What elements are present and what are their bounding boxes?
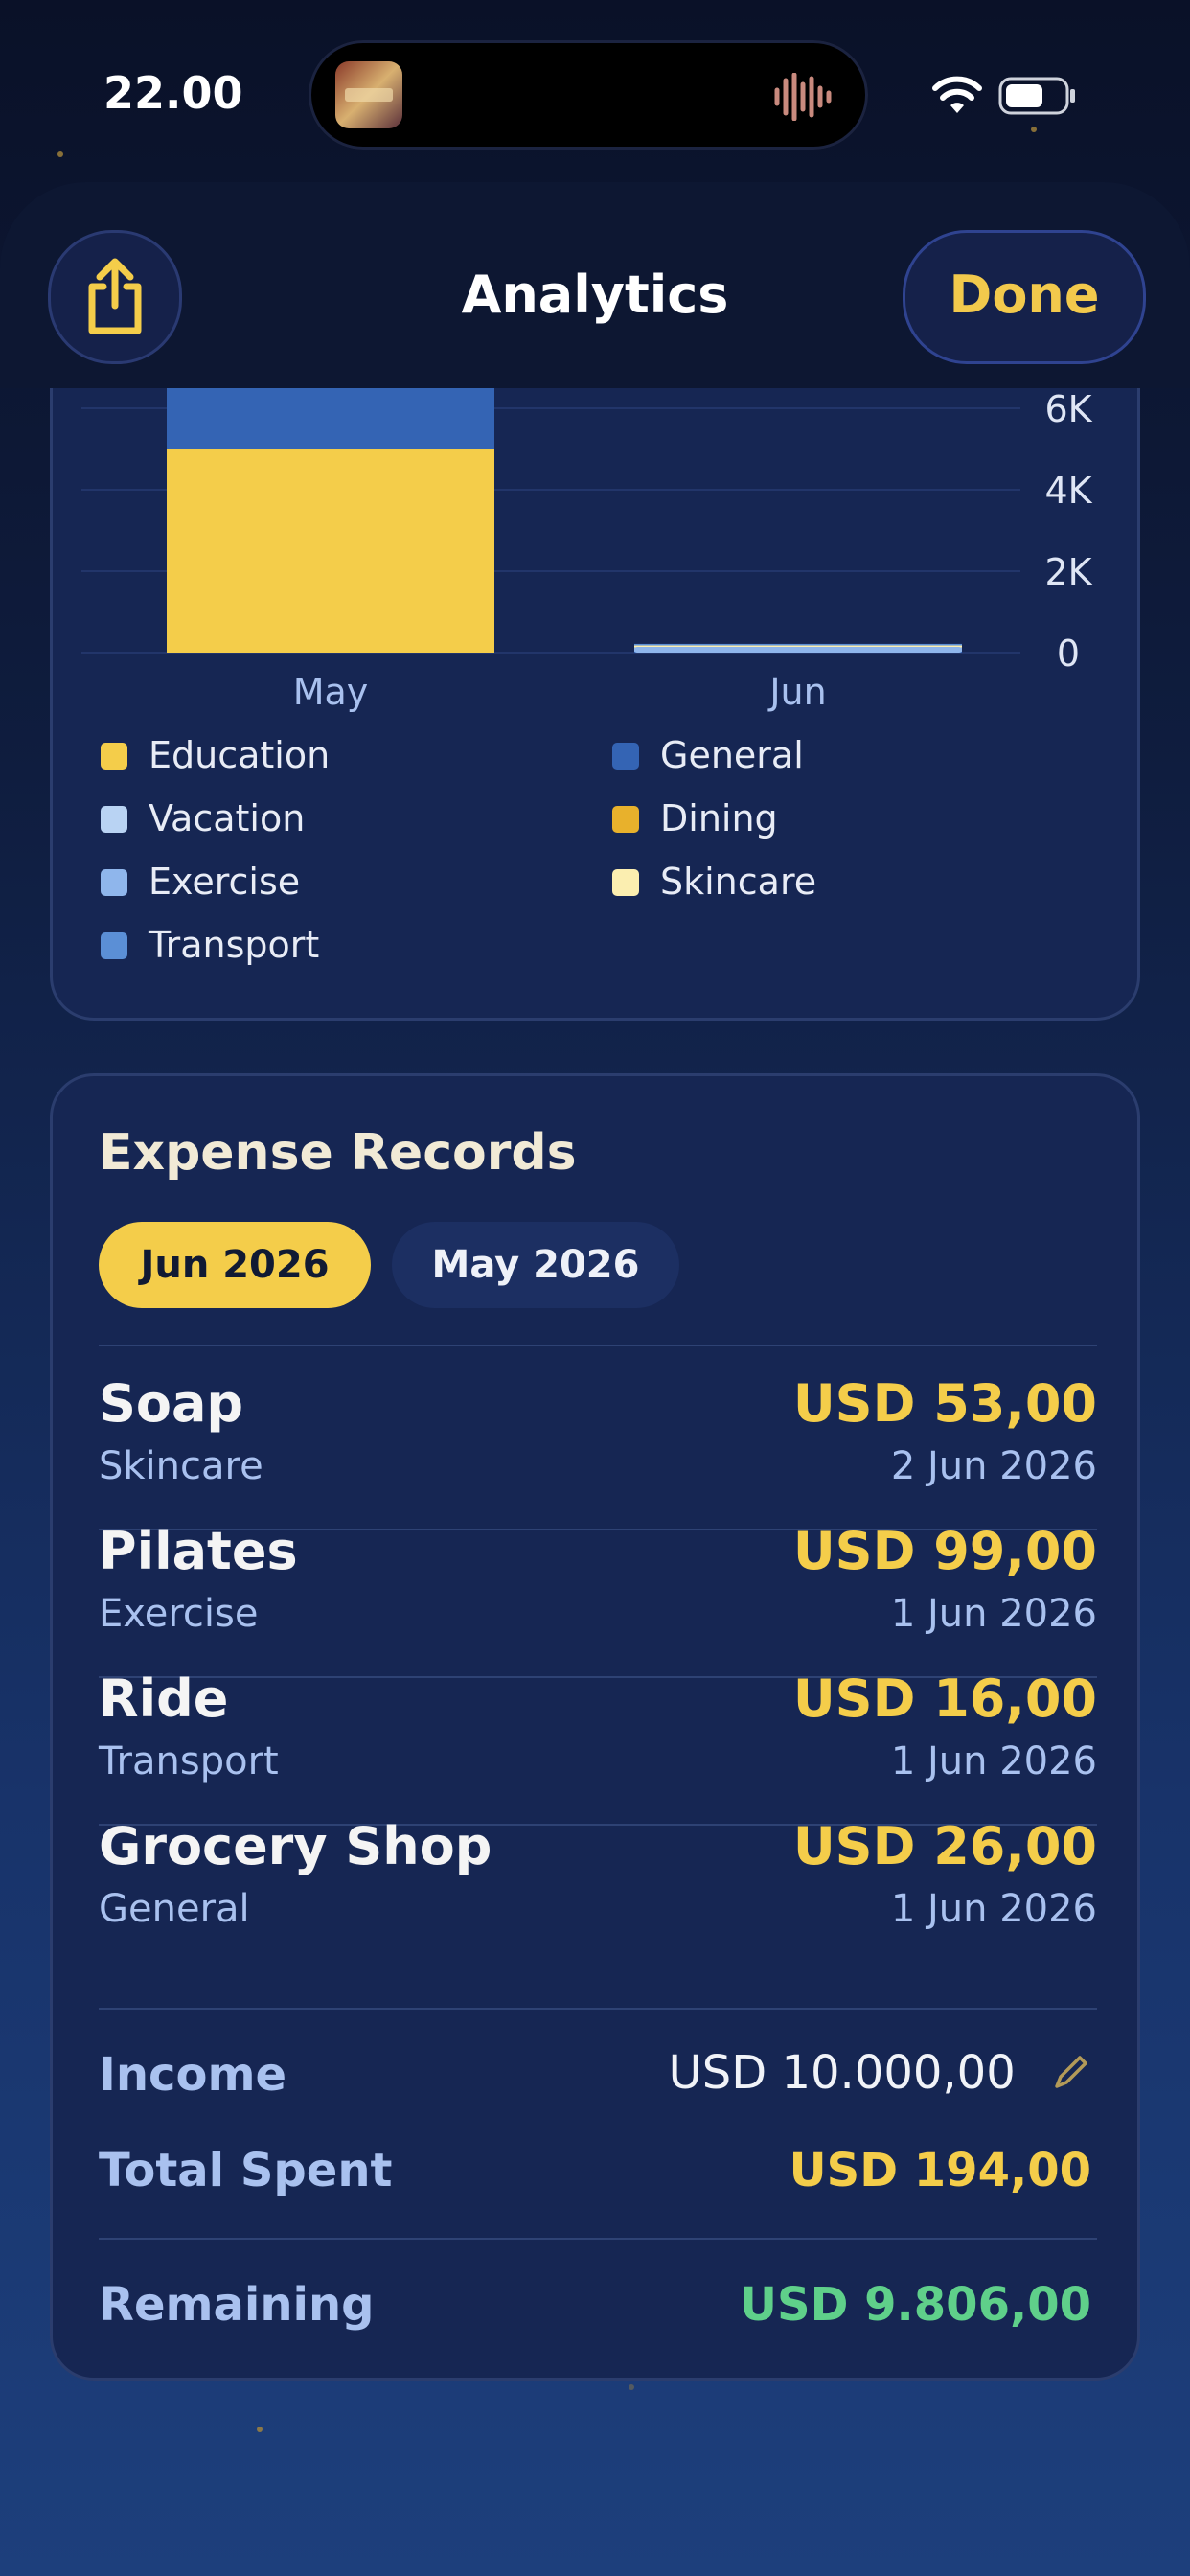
battery-icon	[998, 77, 1075, 115]
expense-amount: USD 16,00	[792, 1668, 1097, 1729]
expense-date: 1 Jun 2026	[890, 1887, 1097, 1931]
pencil-icon[interactable]	[1051, 2052, 1091, 2092]
legend-swatch	[101, 932, 127, 959]
bar-segment-general[interactable]	[167, 388, 494, 449]
bar-segment-transport[interactable]	[634, 643, 962, 646]
divider	[99, 2008, 1097, 2010]
legend-item-skincare: Skincare	[612, 860, 816, 904]
legend-label: Education	[149, 734, 331, 776]
status-time: 22.00	[103, 67, 243, 119]
expense-row[interactable]: Pilates Exercise USD 99,00 1 Jun 2026	[99, 1511, 1097, 1659]
legend-label: Skincare	[660, 861, 817, 903]
y-tick-label: 0	[1057, 632, 1080, 675]
expense-row[interactable]: Soap Skincare USD 53,00 2 Jun 2026	[99, 1364, 1097, 1511]
expense-name: Ride	[99, 1668, 229, 1729]
expense-row[interactable]: Ride Transport USD 16,00 1 Jun 2026	[99, 1659, 1097, 1806]
tab-jun-2026[interactable]: Jun 2026	[99, 1222, 371, 1308]
legend-item-education: Education	[101, 733, 330, 777]
income-label: Income	[99, 2048, 287, 2102]
legend-swatch	[612, 806, 639, 833]
wifi-icon	[932, 76, 982, 113]
section-title: Expense Records	[99, 1124, 577, 1182]
background-star	[1031, 126, 1037, 132]
y-tick-label: 2K	[1044, 551, 1092, 593]
expense-records-card: Expense Records Jun 2026 May 2026 Soap S…	[50, 1073, 1140, 2380]
expense-category: Transport	[99, 1739, 279, 1783]
legend-swatch	[612, 743, 639, 770]
expense-category: Skincare	[99, 1444, 263, 1488]
expense-name: Soap	[99, 1373, 244, 1434]
now-playing-artwork	[335, 61, 402, 128]
legend-item-exercise: Exercise	[101, 860, 300, 904]
navigation-header: Analytics Done	[0, 182, 1190, 388]
legend-swatch	[101, 743, 127, 770]
expense-category: Exercise	[99, 1592, 259, 1636]
divider	[99, 1345, 1097, 1346]
background-star	[257, 2426, 263, 2432]
remaining-label: Remaining	[99, 2278, 375, 2332]
y-tick-label: 6K	[1044, 388, 1092, 430]
expense-amount: USD 26,00	[792, 1816, 1097, 1876]
legend-label: Exercise	[149, 861, 301, 903]
expense-name: Pilates	[99, 1521, 298, 1581]
expense-date: 1 Jun 2026	[890, 1592, 1097, 1636]
x-axis-label: May	[293, 671, 369, 713]
expense-date: 2 Jun 2026	[890, 1444, 1097, 1488]
expense-date: 1 Jun 2026	[890, 1739, 1097, 1783]
remaining-value: USD 9.806,00	[740, 2278, 1091, 2332]
y-tick-label: 4K	[1044, 470, 1092, 512]
done-button[interactable]: Done	[903, 230, 1146, 364]
tab-may-2026[interactable]: May 2026	[392, 1222, 679, 1308]
legend-item-general: General	[612, 733, 804, 777]
divider	[99, 2238, 1097, 2240]
audio-waveform-icon	[774, 73, 832, 121]
bar-jun[interactable]	[634, 647, 962, 653]
dynamic-island[interactable]	[309, 40, 868, 150]
legend-label: Dining	[660, 797, 778, 840]
expense-name: Grocery Shop	[99, 1816, 492, 1876]
stacked-bar-chart: 0 2K 4K 6K May Jun	[81, 388, 1093, 713]
income-value[interactable]: USD 10.000,00	[669, 2046, 1091, 2100]
legend-item-dining: Dining	[612, 796, 778, 840]
expense-row[interactable]: Grocery Shop General USD 26,00 1 Jun 202…	[99, 1806, 1097, 1954]
bar-segment-education[interactable]	[167, 448, 494, 654]
expense-category: General	[99, 1887, 250, 1931]
background-star	[57, 151, 63, 157]
legend-swatch	[101, 869, 127, 896]
total-spent-value: USD 194,00	[789, 2144, 1091, 2197]
analytics-chart-card: 0 2K 4K 6K May Jun Education General Vacation Di…	[50, 388, 1140, 1021]
legend-label: Transport	[149, 924, 320, 966]
legend-swatch	[101, 806, 127, 833]
expense-amount: USD 99,00	[792, 1521, 1097, 1581]
background-star	[629, 2384, 634, 2390]
total-spent-label: Total Spent	[99, 2144, 393, 2197]
income-amount: USD 10.000,00	[668, 2046, 1016, 2100]
legend-label: General	[660, 734, 804, 776]
expense-amount: USD 53,00	[792, 1373, 1097, 1434]
legend-swatch	[612, 869, 639, 896]
legend-item-vacation: Vacation	[101, 796, 305, 840]
legend-label: Vacation	[149, 797, 306, 840]
legend-item-transport: Transport	[101, 923, 319, 967]
x-axis-label: Jun	[767, 671, 826, 713]
